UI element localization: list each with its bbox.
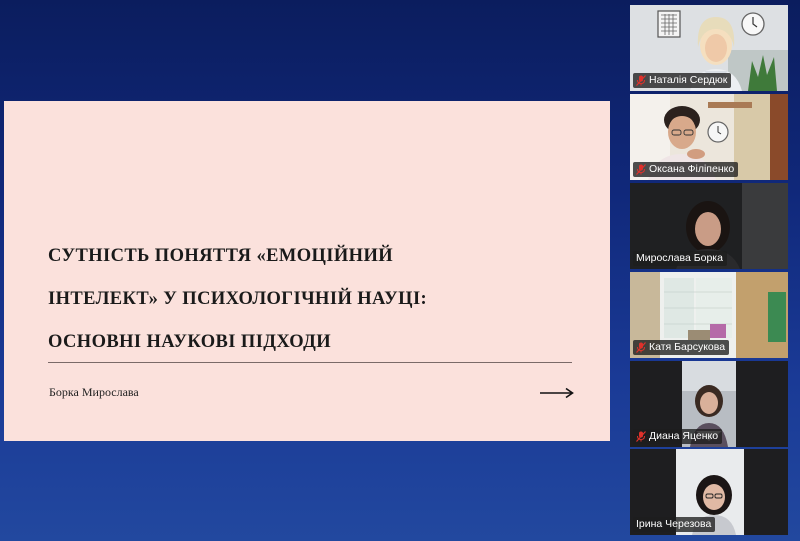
slide-title: СУТНІСТЬ ПОНЯТТЯ «ЕМОЦІЙНИЙ ІНТЕЛЕКТ» У … <box>48 247 578 376</box>
slide-title-line-3: ОСНОВНІ НАУКОВІ ПІДХОДИ <box>48 332 332 352</box>
slide-title-line-2: ІНТЕЛЕКТ» У ПСИХОЛОГІЧНІЙ НАУЦІ: <box>48 289 428 309</box>
participant-name: Наталія Сердюк <box>649 74 728 86</box>
arrow-right-icon[interactable] <box>539 387 575 399</box>
participant-tile[interactable]: Ірина Черезова <box>630 449 788 535</box>
participant-tile[interactable]: Катя Барсукова <box>630 272 788 358</box>
mic-muted-icon <box>636 164 646 175</box>
participant-name-tag: Оксана Філіпенко <box>633 162 739 177</box>
participant-name: Ірина Черезова <box>636 518 712 530</box>
participant-name: Оксана Філіпенко <box>649 163 735 175</box>
participant-name: Диана Яценко <box>649 430 719 442</box>
participant-tile[interactable]: Оксана Філіпенко <box>630 94 788 180</box>
participant-tile[interactable]: Диана Яценко <box>630 361 788 447</box>
participant-gallery: Наталія Сердюк Оксана Філіпенко Мирослав… <box>628 5 790 538</box>
participant-name-tag: Наталія Сердюк <box>633 73 732 88</box>
slide-title-line-1: СУТНІСТЬ ПОНЯТТЯ «ЕМОЦІЙНИЙ <box>48 246 394 266</box>
slide-divider <box>48 362 572 363</box>
participant-name-tag: Мирослава Борка <box>633 251 727 266</box>
participant-tile[interactable]: Наталія Сердюк <box>630 5 788 91</box>
shared-slide: СУТНІСТЬ ПОНЯТТЯ «ЕМОЦІЙНИЙ ІНТЕЛЕКТ» У … <box>4 101 610 441</box>
mic-muted-icon <box>636 75 646 86</box>
participant-name: Катя Барсукова <box>649 341 726 353</box>
participant-name-tag: Ірина Черезова <box>633 517 716 532</box>
participant-name: Мирослава Борка <box>636 252 723 264</box>
mic-muted-icon <box>636 431 646 442</box>
participant-tile-active-speaker[interactable]: Мирослава Борка <box>630 183 788 269</box>
participant-name-tag: Катя Барсукова <box>633 340 730 355</box>
participant-name-tag: Диана Яценко <box>633 429 723 444</box>
mic-muted-icon <box>636 342 646 353</box>
slide-author: Борка Мирослава <box>49 385 139 399</box>
